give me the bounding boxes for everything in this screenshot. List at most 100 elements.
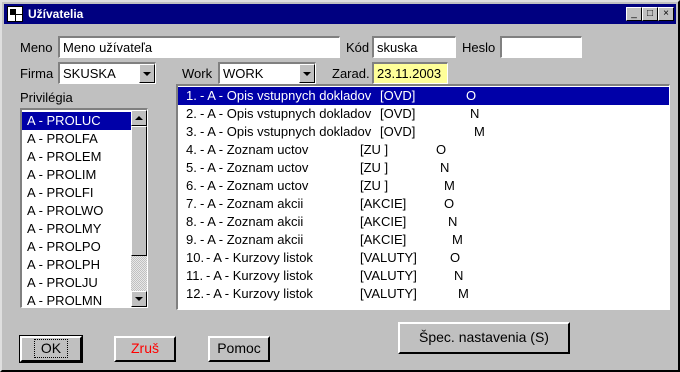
permission-code: [ZU ]: [360, 142, 389, 157]
privilege-item[interactable]: A - PROLFA: [22, 130, 131, 148]
permission-number: 9.: [186, 232, 197, 247]
permission-name: - A - Zoznam akcii: [200, 196, 304, 211]
privilege-item[interactable]: A - PROLFI: [22, 184, 131, 202]
permission-code: [ZU ]: [360, 178, 389, 193]
help-button[interactable]: Pomoc: [208, 336, 270, 362]
permission-row[interactable]: 6. - A - Zoznam uctov [ZU ] M: [178, 177, 669, 195]
kod-label: Kód: [346, 40, 370, 55]
privilege-item[interactable]: A - PROLMY: [22, 220, 131, 238]
permission-name: - A - Kurzovy listok: [206, 268, 313, 283]
ok-label: OK: [33, 339, 69, 358]
close-button[interactable]: ×: [658, 7, 674, 21]
scroll-down-icon[interactable]: [131, 291, 147, 307]
permission-code: [AKCIE]: [360, 214, 407, 229]
maximize-button[interactable]: □: [642, 7, 658, 21]
scroll-track[interactable]: [131, 256, 147, 292]
privileges-scrollbar[interactable]: [131, 110, 147, 307]
privileges-list[interactable]: A - PROLUC A - PROLFA A - PROLEM A - PROLIM…: [20, 108, 148, 308]
permission-row[interactable]: 9. - A - Zoznam akcii [AKCIE] M: [178, 231, 669, 249]
permission-name: - A - Kurzovy listok: [206, 250, 313, 265]
permission-code: [ZU ]: [360, 160, 389, 175]
ok-button[interactable]: OK: [19, 335, 83, 363]
app-icon[interactable]: [7, 6, 23, 22]
permission-row[interactable]: 4. - A - Zoznam uctov [ZU ] O: [178, 141, 669, 159]
permission-number: 5.: [186, 160, 197, 175]
meno-input[interactable]: Meno užívateľa: [58, 36, 340, 58]
permission-level: O: [436, 142, 447, 157]
meno-label: Meno: [20, 40, 53, 55]
permission-number: 2.: [186, 106, 197, 121]
permission-level: M: [444, 178, 455, 193]
zarad-date-input[interactable]: 23.11.2003: [372, 62, 448, 84]
permission-number: 1.: [186, 88, 197, 103]
privilege-item[interactable]: A - PROLEM: [22, 148, 131, 166]
permission-row[interactable]: 1. - A - Opis vstupnych dokladov [OVD] O: [178, 87, 669, 105]
scroll-up-icon[interactable]: [131, 110, 147, 126]
cancel-label: Zruš: [131, 340, 159, 356]
permission-number: 8.: [186, 214, 197, 229]
privilege-item[interactable]: A - PROLUC: [22, 112, 131, 130]
firma-value: SKUSKA: [63, 66, 116, 81]
permissions-items: 1. - A - Opis vstupnych dokladov [OVD] O 2. -…: [178, 87, 669, 309]
permission-name: - A - Opis vstupnych dokladov: [200, 88, 372, 103]
chevron-down-icon[interactable]: [139, 64, 155, 83]
zarad-label: Zarad.: [332, 66, 370, 81]
permission-row[interactable]: 8. - A - Zoznam akcii [AKCIE] N: [178, 213, 669, 231]
help-label: Pomoc: [217, 340, 261, 356]
permission-number: 4.: [186, 142, 197, 157]
minimize-button[interactable]: _: [626, 7, 642, 21]
permission-row[interactable]: 12. - A - Kurzovy listok [VALUTY] M: [178, 285, 669, 303]
privileges-label: Privilégia: [20, 90, 73, 105]
permission-row[interactable]: 2. - A - Opis vstupnych dokladov [OVD] N: [178, 105, 669, 123]
permission-level: O: [450, 250, 461, 265]
permission-number: 12.: [186, 286, 205, 301]
permission-level: M: [474, 124, 485, 139]
privilege-item[interactable]: A - PROLIM: [22, 166, 131, 184]
permission-code: [OVD]: [380, 88, 416, 103]
permission-code: [AKCIE]: [360, 232, 407, 247]
cancel-button[interactable]: Zruš: [114, 336, 176, 362]
permission-name: - A - Opis vstupnych dokladov: [200, 124, 372, 139]
permission-level: M: [452, 232, 463, 247]
permission-row[interactable]: 5. - A - Zoznam uctov [ZU ] N: [178, 159, 669, 177]
work-label: Work: [182, 66, 213, 81]
privilege-item[interactable]: A - PROLJU: [22, 274, 131, 292]
permission-row[interactable]: 3. - A - Opis vstupnych dokladov [OVD] M: [178, 123, 669, 141]
permission-name: - A - Opis vstupnych dokladov: [200, 106, 372, 121]
permission-code: [OVD]: [380, 106, 416, 121]
permission-code: [AKCIE]: [360, 196, 407, 211]
permission-row[interactable]: 11. - A - Kurzovy listok [VALUTY] N: [178, 267, 669, 285]
special-settings-button[interactable]: Špec. nastavenia (S): [398, 322, 570, 354]
permission-level: O: [466, 88, 477, 103]
permission-name: - A - Zoznam uctov: [200, 142, 309, 157]
permission-code: [OVD]: [380, 124, 416, 139]
permission-row[interactable]: 10. - A - Kurzovy listok [VALUTY] O: [178, 249, 669, 267]
chevron-down-icon[interactable]: [299, 64, 315, 83]
work-select[interactable]: WORK: [218, 62, 316, 84]
privilege-item[interactable]: A - PROLPH: [22, 256, 131, 274]
permission-code: [VALUTY]: [360, 268, 417, 283]
permission-name: - A - Kurzovy listok: [206, 286, 313, 301]
title-bar[interactable]: Užívatelia _ □ ×: [4, 4, 676, 24]
permission-level: N: [470, 106, 480, 121]
permission-name: - A - Zoznam uctov: [200, 160, 309, 175]
kod-input[interactable]: skuska: [372, 36, 456, 58]
firma-select[interactable]: SKUSKA: [58, 62, 156, 84]
heslo-label: Heslo: [462, 40, 496, 55]
permission-level: O: [444, 196, 455, 211]
window-title: Užívatelia: [28, 7, 84, 21]
permission-number: 3.: [186, 124, 197, 139]
work-value: WORK: [223, 66, 264, 81]
permission-level: N: [454, 268, 464, 283]
permission-row[interactable]: 7. - A - Zoznam akcii [AKCIE] O: [178, 195, 669, 213]
permission-name: - A - Zoznam uctov: [200, 178, 309, 193]
permission-level: N: [440, 160, 450, 175]
privilege-item[interactable]: A - PROLWO: [22, 202, 131, 220]
privilege-item[interactable]: A - PROLMN: [22, 292, 131, 307]
firma-label: Firma: [20, 66, 54, 81]
privileges-items: A - PROLUC A - PROLFA A - PROLEM A - PROLIM…: [22, 112, 131, 307]
privilege-item[interactable]: A - PROLPO: [22, 238, 131, 256]
permissions-list[interactable]: 1. - A - Opis vstupnych dokladov [OVD] O 2. -…: [176, 84, 670, 310]
scroll-thumb[interactable]: [131, 126, 147, 256]
heslo-input[interactable]: [500, 36, 582, 58]
